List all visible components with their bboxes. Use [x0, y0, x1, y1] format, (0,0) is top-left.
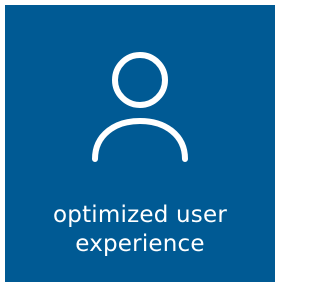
caption-line-2: experience: [75, 231, 205, 257]
feature-tile: optimized user experience: [5, 5, 275, 282]
feature-caption: optimized user experience: [5, 201, 275, 259]
caption-line-1: optimized user: [53, 202, 227, 228]
user-profile-icon: [92, 52, 188, 162]
